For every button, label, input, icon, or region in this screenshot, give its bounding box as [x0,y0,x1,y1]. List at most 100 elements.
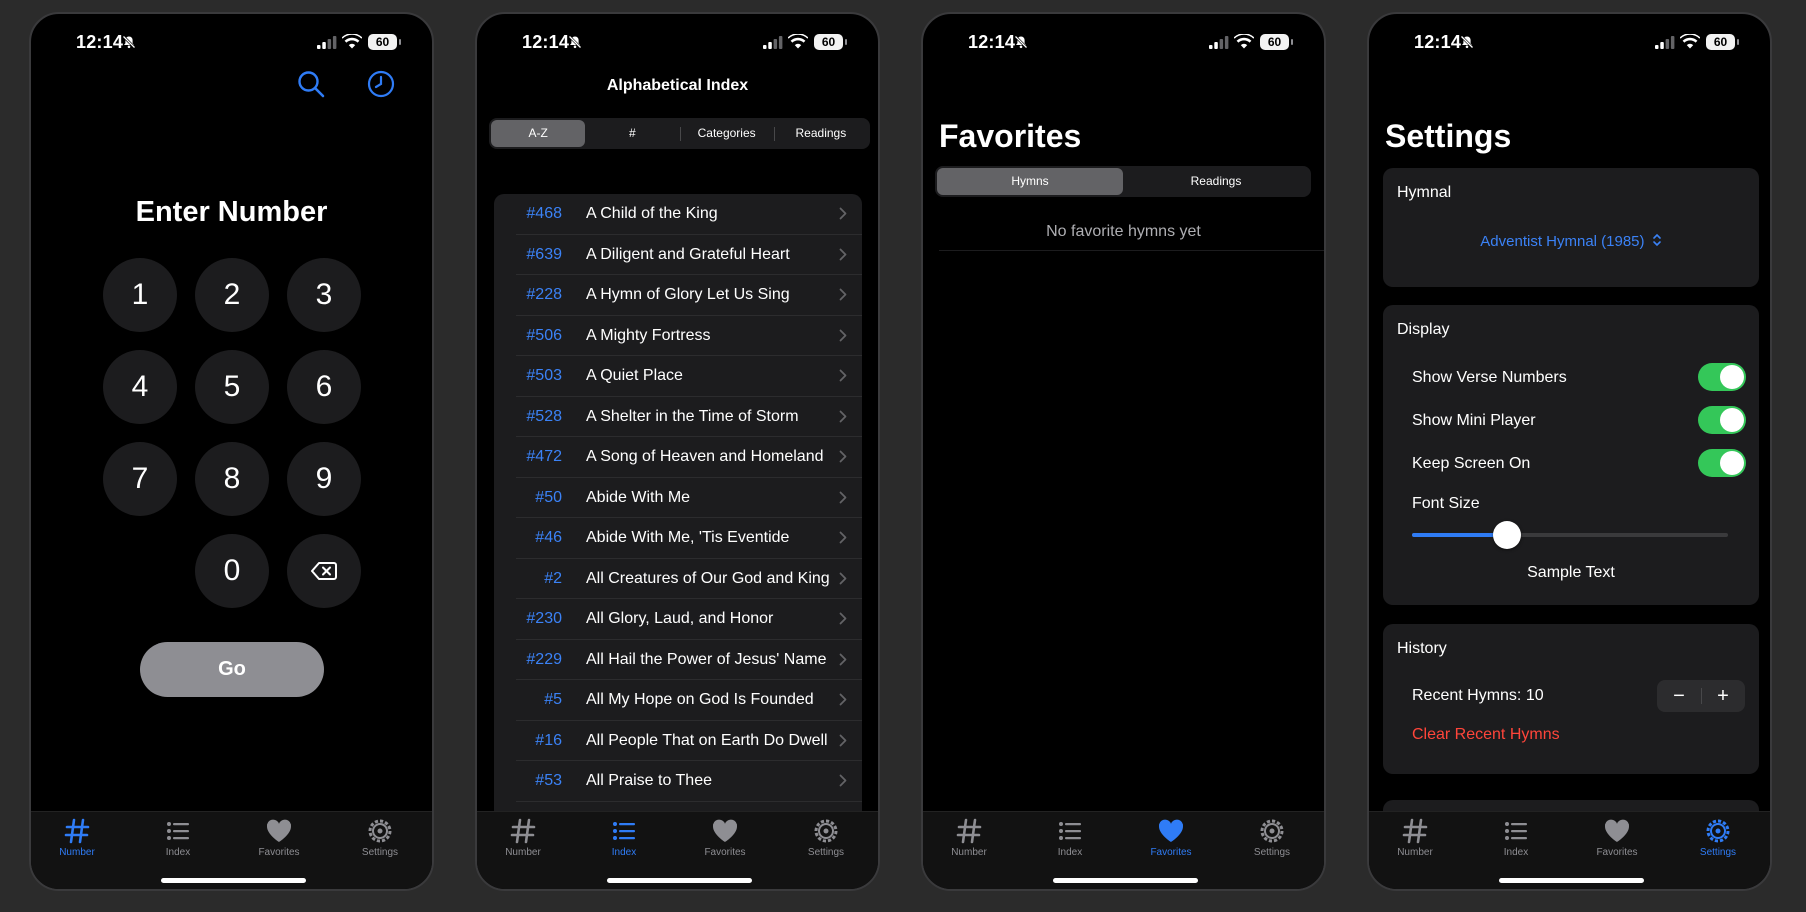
chevron-right-icon [839,612,847,625]
hymn-row[interactable]: #639 A Diligent and Grateful Heart [516,235,862,275]
tab-number[interactable]: Number [478,816,568,858]
hymn-title: All People That on Earth Do Dwell [586,731,828,749]
history-clock-icon[interactable] [366,69,396,99]
segment-categories[interactable]: Categories [679,120,774,147]
hymn-row[interactable]: #506 A Mighty Fortress [516,316,862,356]
tab-favorites[interactable]: Favorites [680,816,770,858]
hymn-row[interactable]: #2 All Creatures of Our God and King [516,559,862,599]
index-segmented-control: A-Z # Categories Readings [489,118,870,149]
status-time: 12:14 [1414,32,1462,52]
go-button[interactable]: Go [140,642,324,697]
tab-favorites[interactable]: Favorites [1572,816,1662,858]
decrement-button[interactable]: − [1657,680,1701,712]
key-9[interactable]: 9 [287,442,361,516]
tab-label: Index [165,847,191,858]
wifi-icon [1680,34,1700,49]
hymnal-card: Hymnal Adventist Hymnal (1985) [1383,168,1759,287]
hymn-row[interactable]: #472 A Song of Heaven and Homeland [516,437,862,478]
hymn-row[interactable]: #5 All My Hope on God Is Founded [516,680,862,721]
hymn-row[interactable]: #503 A Quiet Place [516,356,862,397]
key-3[interactable]: 3 [287,258,361,332]
segment-a-z[interactable]: A-Z [491,120,586,147]
key-5[interactable]: 5 [195,350,269,424]
tab-index[interactable]: Index [1471,816,1561,858]
show-verse-numbers-toggle[interactable] [1698,363,1746,391]
tab-favorites[interactable]: Favorites [1126,816,1216,858]
tab-label: Number [951,847,987,858]
hymnal-picker[interactable]: Adventist Hymnal (1985) [1383,233,1759,250]
key-7[interactable]: 7 [103,442,177,516]
tab-number[interactable]: Number [32,816,122,858]
key-2[interactable]: 2 [195,258,269,332]
home-indicator [1053,878,1198,883]
hymn-row[interactable]: #16 All People That on Earth Do Dwell [516,721,862,761]
keep-screen-on-label: Keep Screen On [1412,455,1531,472]
segment-number[interactable]: # [585,120,679,147]
tab-label: Number [59,847,95,858]
tab-favorites[interactable]: Favorites [234,816,324,858]
delete-key[interactable] [287,534,361,608]
tab-label: Favorites [1596,847,1638,858]
key-8[interactable]: 8 [195,442,269,516]
tab-index[interactable]: Index [133,816,223,858]
favorites-segmented-control: Hymns Readings [935,166,1311,197]
key-1[interactable]: 1 [103,258,177,332]
hymn-title: All My Hope on God Is Founded [586,691,814,708]
signal-icon [1209,36,1229,49]
hymn-row[interactable]: #229 All Hail the Power of Jesus' Name [516,640,862,680]
status-bar: 12:14 60 [31,14,432,70]
gear-icon [814,819,838,843]
hymn-row[interactable]: #230 All Glory, Laud, and Honor [516,599,862,640]
clear-recent-hymns-button[interactable]: Clear Recent Hymns [1412,726,1560,744]
tab-label: Favorites [704,847,746,858]
enter-number-title: Enter Number [135,196,328,228]
hymn-number: #53 [535,772,562,789]
phone-index-screen: 12:14 60 Alphabetical Index A-Z # Catego… [475,12,880,891]
key-6[interactable]: 6 [287,350,361,424]
tab-label: Settings [1253,847,1291,858]
hymn-number: #230 [526,610,562,627]
search-icon[interactable] [296,69,326,99]
tab-index[interactable]: Index [1025,816,1115,858]
chevron-right-icon [839,653,847,665]
hymn-row[interactable]: #228 A Hymn of Glory Let Us Sing [516,275,862,316]
hymn-title: A Child of the King [586,205,718,222]
key-0[interactable]: 0 [195,534,269,608]
phone-settings-screen: 12:14 60 Settings Hymnal Adventist Hymna… [1367,12,1772,891]
segment-readings[interactable]: Readings [1123,168,1309,195]
increment-button[interactable]: + [1701,680,1745,712]
tab-settings[interactable]: Settings [335,816,425,858]
home-indicator [161,878,306,883]
hymn-number: #468 [526,205,562,222]
keep-screen-on-toggle[interactable] [1698,449,1746,477]
tab-index[interactable]: Index [579,816,669,858]
hymn-row[interactable]: #46 Abide With Me, 'Tis Eventide [516,518,862,559]
chevron-right-icon [839,491,847,503]
hymn-title: A Hymn of Glory Let Us Sing [586,286,790,303]
hymn-number: #46 [535,529,562,546]
hymn-row[interactable]: #53 All Praise to Thee [516,761,862,802]
backspace-icon [311,562,337,580]
tab-number[interactable]: Number [924,816,1014,858]
chevron-right-icon [839,734,847,746]
hash-icon [510,818,536,844]
status-bar: 12:14 60 [1369,14,1770,70]
key-4[interactable]: 4 [103,350,177,424]
tab-label: Index [611,847,637,858]
tab-number[interactable]: Number [1370,816,1460,858]
segment-hymns[interactable]: Hymns [937,168,1123,195]
tab-settings[interactable]: Settings [1227,816,1317,858]
font-size-slider-thumb[interactable] [1492,521,1521,549]
font-size-label: Font Size [1412,495,1480,512]
hymn-row[interactable]: #468 A Child of the King [516,194,862,235]
segment-readings[interactable]: Readings [773,120,868,147]
battery-indicator: 60 [1706,34,1739,50]
tab-settings[interactable]: Settings [1673,816,1763,858]
font-size-slider[interactable] [1412,521,1728,549]
tab-settings[interactable]: Settings [781,816,871,858]
hymn-row[interactable]: #528 A Shelter in the Time of Storm [516,397,862,437]
show-mini-player-toggle[interactable] [1698,406,1746,434]
hymn-row[interactable]: #50 Abide With Me [516,478,862,518]
hymn-number: #50 [535,488,562,506]
chevron-right-icon [839,288,847,301]
